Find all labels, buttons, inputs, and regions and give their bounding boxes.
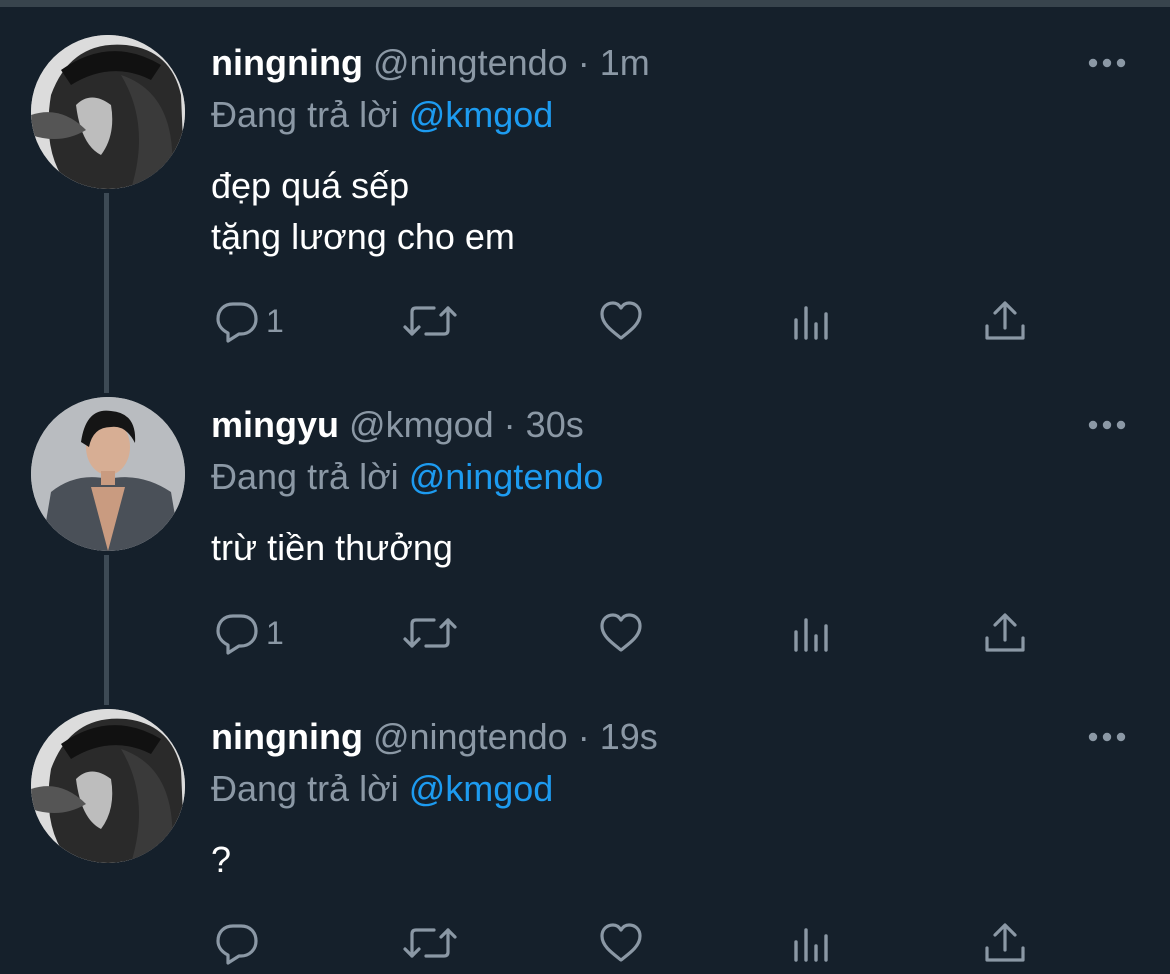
mention-link[interactable]: @kmgod [409, 768, 554, 809]
retweet-button[interactable] [402, 291, 458, 351]
reply-button[interactable]: 1 [214, 603, 284, 663]
tweet-header: mingyu @kmgod · 30s [211, 402, 584, 448]
action-bar: 1 [0, 291, 1170, 351]
reply-count: 1 [266, 614, 284, 651]
action-bar: 1 [0, 603, 1170, 663]
like-icon [598, 610, 644, 656]
share-icon [983, 610, 1027, 656]
replying-to: Đang trả lời @kmgod [211, 92, 553, 138]
mention-link[interactable]: @ningtendo [409, 456, 604, 497]
avatar[interactable] [31, 709, 185, 863]
display-name[interactable]: mingyu [211, 404, 339, 445]
share-button[interactable] [983, 291, 1027, 351]
reply-button[interactable]: 1 [214, 291, 284, 351]
separator-dot: · [577, 42, 590, 83]
timestamp[interactable]: 19s [600, 716, 658, 757]
tweet-text: ? [211, 834, 231, 885]
more-options-icon[interactable] [1085, 729, 1129, 745]
reply-icon [214, 920, 260, 966]
tweet-text-line: trừ tiền thưởng [211, 527, 453, 568]
timestamp[interactable]: 1m [600, 42, 650, 83]
avatar[interactable] [31, 35, 185, 189]
user-handle[interactable]: @kmgod [349, 404, 494, 445]
tweet-text: trừ tiền thưởng [211, 522, 453, 573]
action-bar [0, 913, 1170, 973]
tweet[interactable]: ningning @ningtendo · 19s Đang trả lời @… [0, 709, 1170, 974]
retweet-button[interactable] [402, 603, 458, 663]
analytics-button[interactable] [792, 291, 832, 351]
replying-to-label: Đang trả lời [211, 94, 399, 135]
tweet-header: ningning @ningtendo · 19s [211, 714, 658, 760]
analytics-icon [792, 610, 832, 656]
reply-icon [214, 610, 260, 656]
replying-to-label: Đang trả lời [211, 768, 399, 809]
analytics-button[interactable] [792, 603, 832, 663]
reply-icon [214, 298, 260, 344]
share-icon [983, 920, 1027, 966]
replying-to: Đang trả lời @ningtendo [211, 454, 603, 500]
tweet-text-line: ? [211, 839, 232, 880]
like-button[interactable] [598, 291, 644, 351]
replying-to: Đang trả lời @kmgod [211, 766, 553, 812]
retweet-icon [402, 298, 458, 344]
display-name[interactable]: ningning [211, 716, 363, 757]
like-button[interactable] [598, 913, 644, 973]
separator-dot: · [503, 404, 516, 445]
tweet-text: đẹp quá sếp tặng lương cho em [211, 160, 515, 262]
separator-dot: · [577, 716, 590, 757]
display-name[interactable]: ningning [211, 42, 363, 83]
user-handle[interactable]: @ningtendo [373, 42, 568, 83]
reply-count: 1 [266, 302, 284, 339]
analytics-button[interactable] [792, 913, 832, 973]
more-options-icon[interactable] [1085, 55, 1129, 71]
tweet-text-line: đẹp quá sếp [211, 165, 410, 206]
retweet-icon [402, 610, 458, 656]
reply-button[interactable] [214, 913, 266, 973]
like-icon [598, 298, 644, 344]
avatar[interactable] [31, 397, 185, 551]
mention-link[interactable]: @kmgod [409, 94, 554, 135]
user-handle[interactable]: @ningtendo [373, 716, 568, 757]
analytics-icon [792, 298, 832, 344]
share-button[interactable] [983, 913, 1027, 973]
top-divider [0, 0, 1170, 7]
more-options-icon[interactable] [1085, 417, 1129, 433]
analytics-icon [792, 920, 832, 966]
tweet-text-line: tặng lương cho em [211, 216, 515, 257]
replying-to-label: Đang trả lời [211, 456, 399, 497]
tweet[interactable]: mingyu @kmgod · 30s Đang trả lời @ningte… [0, 397, 1170, 697]
like-button[interactable] [598, 603, 644, 663]
tweet[interactable]: ningning @ningtendo · 1m Đang trả lời @k… [0, 35, 1170, 343]
timestamp[interactable]: 30s [526, 404, 584, 445]
retweet-button[interactable] [402, 913, 458, 973]
like-icon [598, 920, 644, 966]
tweet-header: ningning @ningtendo · 1m [211, 40, 650, 86]
share-button[interactable] [983, 603, 1027, 663]
retweet-icon [402, 920, 458, 966]
share-icon [983, 298, 1027, 344]
